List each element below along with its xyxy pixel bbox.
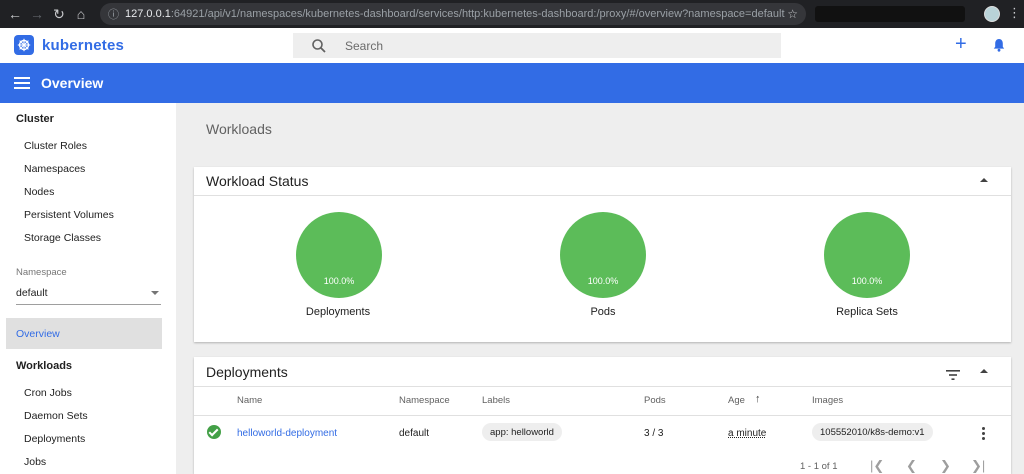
sidebar: Cluster Cluster Roles Namespaces Nodes P… xyxy=(0,103,176,474)
address-bar[interactable]: ⓘ 127.0.0.1:64921/api/v1/namespaces/kube… xyxy=(100,3,806,25)
sidebar-item-nodes[interactable]: Nodes xyxy=(24,186,54,198)
search-bar[interactable] xyxy=(293,33,781,58)
url-host: 127.0.0.1 xyxy=(125,8,171,20)
deployment-namespace: default xyxy=(399,428,430,439)
previous-page-icon[interactable]: ❮ xyxy=(906,458,917,474)
collapse-chevron-icon[interactable] xyxy=(980,178,988,182)
pagination-range: 1 - 1 of 1 xyxy=(800,461,838,472)
sidebar-heading-cluster[interactable]: Cluster xyxy=(16,113,54,125)
pie-percent: 100.0% xyxy=(587,276,619,286)
search-input[interactable] xyxy=(345,38,745,53)
image-chip: 105552010/k8s-demo:v1 xyxy=(812,423,933,441)
back-icon[interactable]: ← xyxy=(4,6,26,22)
helm-wheel-icon xyxy=(14,35,34,55)
replica-sets-status-pie: 100.0% xyxy=(824,212,910,298)
search-icon xyxy=(311,38,327,54)
column-header-labels: Labels xyxy=(482,395,510,406)
page-toolbar: Overview xyxy=(0,63,1024,103)
row-actions-menu-icon[interactable] xyxy=(982,427,985,440)
sidebar-item-storage-classes[interactable]: Storage Classes xyxy=(24,232,101,244)
pie-label: Deployments xyxy=(305,306,371,318)
deployment-name-link[interactable]: helloworld-deployment xyxy=(237,428,337,439)
page-title: Overview xyxy=(41,75,104,91)
sidebar-item-cluster-roles[interactable]: Cluster Roles xyxy=(24,140,87,152)
column-header-age[interactable]: Age xyxy=(728,395,745,406)
browser-menu-icon[interactable]: ⋮ xyxy=(1008,5,1021,21)
card-divider xyxy=(194,195,1011,196)
browser-chrome: ← → ↻ ⌂ ⓘ 127.0.0.1:64921/api/v1/namespa… xyxy=(0,0,1024,28)
kubernetes-logo[interactable]: kubernetes xyxy=(14,35,124,55)
logo-text: kubernetes xyxy=(42,36,125,54)
filter-icon[interactable] xyxy=(946,367,960,385)
section-title: Workloads xyxy=(206,121,272,137)
pie-label: Pods xyxy=(590,306,616,318)
info-icon[interactable]: ⓘ xyxy=(108,6,119,22)
forward-icon[interactable]: → xyxy=(26,6,48,22)
label-chip: app: helloworld xyxy=(482,423,562,441)
pods-status-pie: 100.0% xyxy=(560,212,646,298)
check-circle-icon xyxy=(207,425,221,439)
reload-icon[interactable]: ↻ xyxy=(48,6,70,23)
sidebar-item-cron-jobs[interactable]: Cron Jobs xyxy=(24,387,72,399)
deployments-status-pie: 100.0% xyxy=(296,212,382,298)
bookmark-star-icon[interactable]: ☆ xyxy=(787,7,798,21)
home-icon[interactable]: ⌂ xyxy=(70,6,92,22)
sidebar-item-deployments[interactable]: Deployments xyxy=(24,433,85,445)
url-path: :64921/api/v1/namespaces/kubernetes-dash… xyxy=(170,8,785,20)
column-header-images: Images xyxy=(812,395,844,406)
workload-status-card: Workload Status 100.0% Deployments 100.0… xyxy=(194,167,1011,342)
deployment-age: a minute xyxy=(728,428,767,439)
extensions-area xyxy=(815,6,965,22)
column-header-namespace[interactable]: Namespace xyxy=(399,395,450,406)
namespace-label: Namespace xyxy=(16,267,67,278)
card-title: Workload Status xyxy=(206,173,309,189)
last-page-icon[interactable]: ❯| xyxy=(971,458,985,474)
sidebar-item-namespaces[interactable]: Namespaces xyxy=(24,163,85,175)
card-title: Deployments xyxy=(206,364,288,380)
notifications-bell-icon[interactable] xyxy=(992,38,1006,52)
column-header-pods: Pods xyxy=(644,395,666,406)
sort-ascending-icon[interactable]: ↑ xyxy=(755,393,761,405)
sidebar-item-jobs[interactable]: Jobs xyxy=(24,456,46,468)
first-page-icon[interactable]: |❮ xyxy=(870,458,884,474)
namespace-value: default xyxy=(16,287,48,299)
sidebar-item-overview[interactable]: Overview xyxy=(6,318,162,349)
namespace-select[interactable]: default xyxy=(16,287,161,305)
next-page-icon[interactable]: ❯ xyxy=(940,458,951,474)
column-header-name[interactable]: Name xyxy=(237,395,262,406)
sidebar-item-persistent-volumes[interactable]: Persistent Volumes xyxy=(24,209,114,221)
header-divider xyxy=(194,415,1011,416)
sidebar-item-daemon-sets[interactable]: Daemon Sets xyxy=(24,410,88,422)
create-plus-icon[interactable]: + xyxy=(955,34,967,54)
card-divider xyxy=(194,386,1011,387)
app-header: kubernetes + xyxy=(0,28,1024,63)
profile-avatar[interactable] xyxy=(984,6,1000,22)
dropdown-caret-icon xyxy=(151,291,159,295)
deployment-pods: 3 / 3 xyxy=(644,428,664,439)
menu-hamburger-icon[interactable] xyxy=(14,77,30,89)
pie-percent: 100.0% xyxy=(323,276,355,286)
deployments-card: Deployments Name Namespace Labels Pods A… xyxy=(194,357,1011,474)
sidebar-heading-workloads[interactable]: Workloads xyxy=(16,360,72,372)
pie-label: Replica Sets xyxy=(836,306,898,318)
pie-percent: 100.0% xyxy=(851,276,883,286)
collapse-chevron-icon[interactable] xyxy=(980,369,988,373)
